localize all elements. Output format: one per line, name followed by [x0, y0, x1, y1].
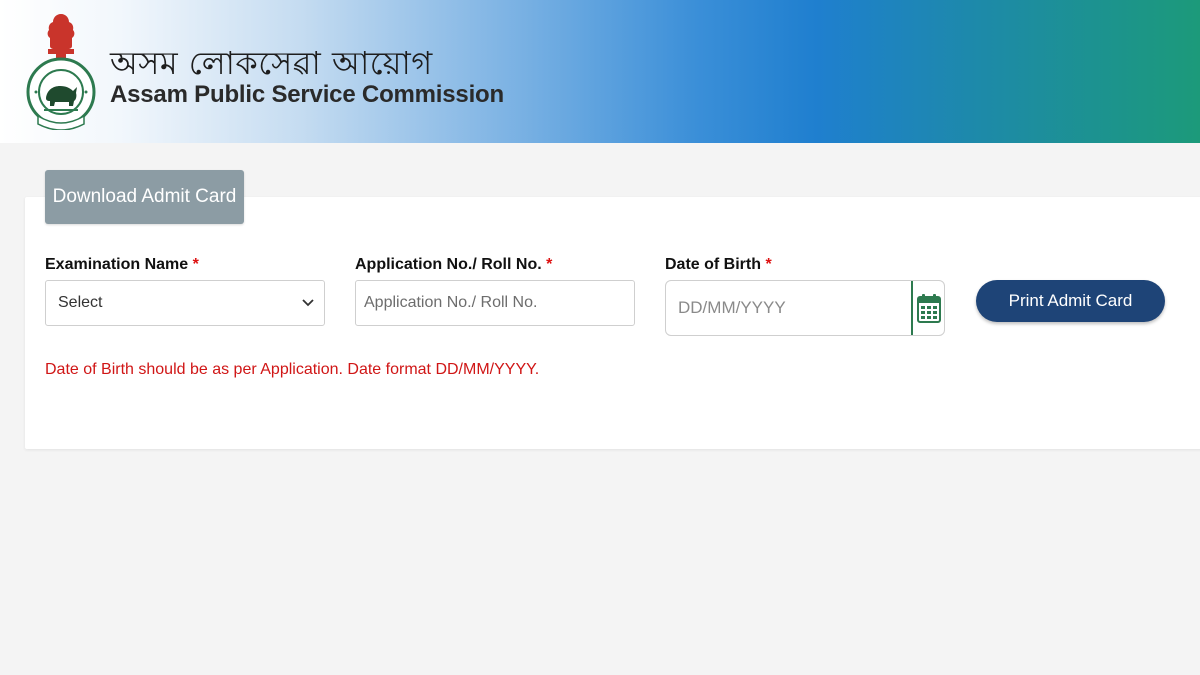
chevron-down-icon [302, 299, 314, 307]
exam-name-selected-value: Select [58, 294, 103, 311]
dob-label: Date of Birth * [665, 256, 772, 274]
apsc-emblem-icon [26, 14, 96, 130]
app-no-label-text: Application No./ Roll No. [355, 256, 542, 273]
calendar-icon [916, 294, 941, 323]
dob-field-group [665, 280, 945, 336]
exam-name-label-text: Examination Name [45, 256, 189, 273]
exam-name-select[interactable]: Select [45, 280, 325, 326]
app-no-required-mark: * [546, 256, 553, 273]
exam-name-label: Examination Name * [45, 256, 199, 274]
print-admit-card-button[interactable]: Print Admit Card [976, 280, 1165, 322]
calendar-button[interactable] [911, 281, 944, 335]
dob-input[interactable] [666, 281, 911, 335]
dob-required-mark: * [765, 256, 772, 273]
dob-label-text: Date of Birth [665, 256, 761, 273]
exam-name-required-mark: * [192, 256, 199, 273]
site-header: অসম লোকসেৱা আয়োগ Assam Public Service C… [0, 0, 1200, 143]
dob-format-note: Date of Birth should be as per Applicati… [45, 361, 540, 378]
title-english: Assam Public Service Commission [110, 81, 504, 108]
app-no-label: Application No./ Roll No. * [355, 256, 552, 274]
app-no-input[interactable] [355, 280, 635, 326]
download-admit-card-tab[interactable]: Download Admit Card [45, 170, 244, 224]
